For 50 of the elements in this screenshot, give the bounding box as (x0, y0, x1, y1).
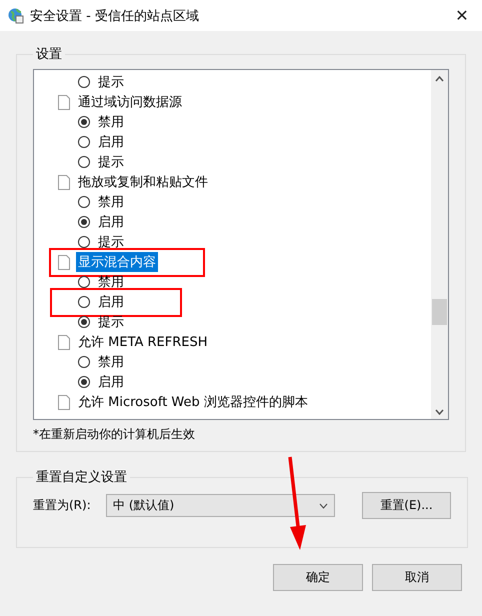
radio-button[interactable] (78, 116, 90, 128)
radio-button[interactable] (78, 156, 90, 168)
field-label: 重置为(R): (33, 497, 92, 514)
setting-name[interactable]: 允许 META REFRESH (76, 332, 210, 352)
option-label[interactable]: 启用 (96, 212, 126, 232)
document-icon (58, 394, 70, 410)
radio-button[interactable] (78, 376, 90, 388)
option-label[interactable]: 启用 (96, 292, 126, 312)
dialog-button[interactable]: 确定 (273, 564, 363, 591)
reset-button[interactable]: 重置(E)... (362, 492, 451, 519)
chevron-down-icon (319, 502, 328, 508)
radio-button[interactable] (78, 356, 90, 368)
option-label[interactable]: 提示 (96, 72, 126, 92)
setting-name[interactable]: 拖放或复制和粘贴文件 (76, 172, 210, 192)
radio-button[interactable] (78, 236, 90, 248)
radio-button[interactable] (78, 296, 90, 308)
document-icon (58, 334, 70, 350)
scroll-down-icon[interactable] (435, 409, 444, 415)
scrollbar[interactable] (431, 70, 448, 419)
scroll-up-icon[interactable] (435, 76, 444, 82)
option-label[interactable]: 启用 (96, 372, 126, 392)
radio-button[interactable] (78, 136, 90, 148)
reset-dropdown[interactable]: 中 (默认值) (106, 494, 335, 517)
setting-name[interactable]: 通过域访问数据源 (76, 92, 184, 112)
option-label[interactable]: 禁用 (96, 112, 126, 132)
radio-button[interactable] (78, 76, 90, 88)
radio-button[interactable] (78, 316, 90, 328)
group-title: 重置自定义设置 (35, 469, 128, 486)
option-label[interactable]: 提示 (96, 152, 126, 172)
option-label[interactable]: 启用 (96, 132, 126, 152)
option-label[interactable]: 禁用 (96, 352, 126, 372)
radio-button[interactable] (78, 216, 90, 228)
option-label[interactable]: 提示 (96, 312, 126, 332)
setting-name[interactable]: 显示混合内容 (76, 252, 158, 272)
document-icon (58, 254, 70, 270)
option-label[interactable]: 禁用 (96, 272, 126, 292)
option-label[interactable]: 提示 (96, 232, 126, 252)
window-title: 安全设置 - 受信任的站点区域 (30, 8, 200, 24)
globe-icon (8, 8, 24, 24)
document-icon (58, 174, 70, 190)
radio-button[interactable] (78, 276, 90, 288)
group-title: 设置 (35, 46, 63, 63)
document-icon (58, 94, 70, 110)
setting-name[interactable]: 允许 Microsoft Web 浏览器控件的脚本 (76, 392, 310, 412)
note-text: *在重新启动你的计算机后生效 (33, 426, 196, 443)
radio-button[interactable] (78, 196, 90, 208)
option-label[interactable]: 禁用 (96, 192, 126, 212)
dialog-button[interactable]: 取消 (372, 564, 462, 591)
close-button[interactable]: ✕ (450, 6, 474, 25)
scroll-thumb[interactable] (432, 299, 447, 325)
